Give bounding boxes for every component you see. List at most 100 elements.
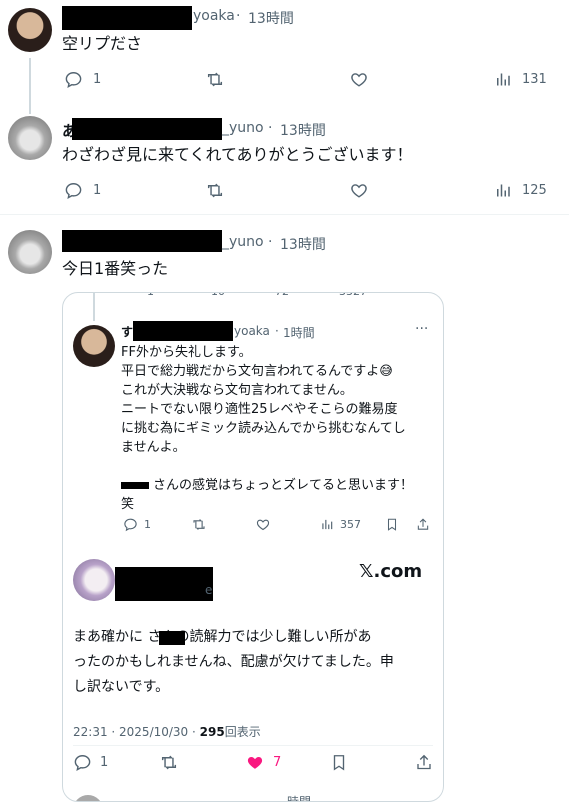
avatar[interactable] (8, 8, 52, 52)
avatar[interactable] (8, 230, 52, 274)
retweet-button[interactable] (191, 517, 207, 532)
embedded-image[interactable]: 1 10 72 3327 す yoaka · 1時間 ··· FF外から失礼しま… (62, 292, 444, 802)
quoted-text: FF外から失礼します。 平日で総力戦だから文句言われてるんですよ😅 これが大決戦… (121, 343, 431, 514)
like-button[interactable] (349, 181, 369, 200)
like-button[interactable] (349, 70, 369, 89)
share-button[interactable] (415, 753, 433, 772)
reply-button[interactable]: 1 (73, 753, 108, 772)
post-time-separator: · (268, 120, 273, 136)
reply-line: し訳ないです。 (73, 679, 170, 695)
quoted-handle: yoaka (234, 324, 270, 338)
avatar (73, 795, 103, 801)
post-time[interactable]: 13時間 (248, 8, 294, 28)
redacted-display-name (72, 118, 222, 140)
quoted-line: に挑む為にギミック読み込んでから挑むなんてし (121, 421, 406, 436)
reply-button[interactable]: 1 (64, 181, 101, 200)
divider (0, 214, 569, 215)
quoted-line: さんの感覚はちょっとズレてると思います！ (121, 476, 431, 495)
quoted-line (121, 457, 431, 476)
redacted-display-name (133, 321, 233, 341)
reply-handle: e (205, 583, 213, 597)
post-3[interactable]: _yuno · 13時間 今日1番笑った (0, 222, 569, 290)
avatar[interactable] (73, 559, 115, 601)
reply-count: 1 (93, 183, 102, 198)
reply-timestamp: 22:31 · 2025/10/30 · 295回表示 (73, 723, 261, 740)
redacted-display-name (115, 567, 213, 601)
bookmark-icon (333, 755, 345, 771)
reply-icon (65, 72, 82, 89)
reply-divider (73, 745, 433, 746)
views-count: 125 (522, 183, 547, 198)
views-button[interactable]: 131 (494, 70, 547, 89)
reply-count: 1 (144, 518, 151, 531)
like-count: 7 (273, 755, 282, 770)
views-button[interactable]: 125 (494, 181, 547, 200)
quoted-line: これが大決戦なら文句言われてません。 (121, 383, 353, 398)
post-handle[interactable]: _yuno (222, 120, 264, 136)
post-time[interactable]: 13時間 (280, 120, 326, 140)
avatar[interactable] (8, 116, 52, 160)
views-count: 357 (340, 518, 361, 531)
partial-retweet-count: 10 (211, 293, 225, 298)
reply-count: 1 (100, 755, 109, 770)
partial-views-count: 3327 (339, 293, 367, 298)
timestamp-text: 22:31 · 2025/10/30 · (73, 725, 200, 739)
post-time-separator: · (268, 234, 273, 250)
partial-next-post: 時間 (63, 791, 443, 801)
post-text: わざわざ見に来てくれてありがとうございます！ (62, 145, 413, 164)
bookmark-button[interactable] (385, 517, 399, 532)
bookmark-icon (387, 518, 397, 531)
x-logo: 𝕏.com (359, 561, 423, 582)
quoted-time-separator: · (275, 324, 279, 338)
reply-line: まあ確かに さんの読解力では少し難しい所があ (73, 629, 372, 645)
reply-button[interactable]: 1 (64, 70, 101, 89)
post-1[interactable]: yoaka · 13時間 空リプださ (0, 0, 569, 106)
analytics-icon (497, 184, 510, 197)
thread-line (93, 293, 95, 321)
share-icon (417, 754, 431, 770)
reply-icon (65, 183, 82, 200)
quoted-time: 1時間 (283, 326, 315, 340)
like-button[interactable] (255, 517, 271, 532)
reply-icon (74, 755, 91, 772)
retweet-icon (207, 72, 223, 87)
quoted-line: ニートでない限り適性25レベやそこらの難易度 (121, 402, 398, 417)
share-icon (417, 518, 429, 530)
retweet-button[interactable] (205, 70, 225, 89)
heart-icon (351, 73, 367, 87)
partial-action-row: 1 10 72 3327 (63, 293, 443, 299)
redacted-display-name (62, 230, 222, 252)
views-total: 295 (199, 725, 225, 739)
reply-count: 1 (93, 72, 102, 87)
redacted-name (121, 482, 149, 489)
heart-icon (351, 184, 367, 198)
redacted-name (159, 631, 185, 645)
post-handle[interactable]: _yuno (222, 234, 264, 250)
post-text: 今日1番笑った (62, 259, 169, 278)
reply-icon (124, 518, 137, 532)
partial-like-count: 72 (275, 293, 289, 298)
analytics-icon (322, 519, 333, 530)
post-handle[interactable]: yoaka (193, 8, 235, 24)
partial-reply-count: 1 (147, 293, 154, 298)
quoted-line: FF外から失礼します。 (121, 345, 252, 360)
post-time[interactable]: 13時間 (280, 234, 326, 254)
views-button[interactable]: 357 (320, 517, 361, 532)
reply-button[interactable]: 1 (123, 517, 151, 532)
quoted-line: ませんよ。 (121, 440, 186, 455)
heart-icon (256, 519, 270, 531)
like-button[interactable]: 7 (245, 753, 281, 772)
quoted-name-prefix: す (121, 325, 134, 339)
share-button[interactable] (416, 517, 430, 532)
bookmark-button[interactable] (330, 753, 348, 772)
redacted-display-name (62, 6, 192, 30)
analytics-icon (497, 73, 510, 86)
retweet-button[interactable] (205, 181, 225, 200)
retweet-button[interactable] (159, 753, 179, 772)
views-count: 131 (522, 72, 547, 87)
more-options-icon[interactable]: ··· (415, 321, 428, 337)
reply-line: ったのかもしれませんね、配慮が欠けてました。申 (73, 654, 394, 670)
partial-next-time: 時間 (287, 795, 312, 802)
views-label: 回表示 (224, 725, 261, 739)
avatar[interactable] (73, 325, 115, 367)
